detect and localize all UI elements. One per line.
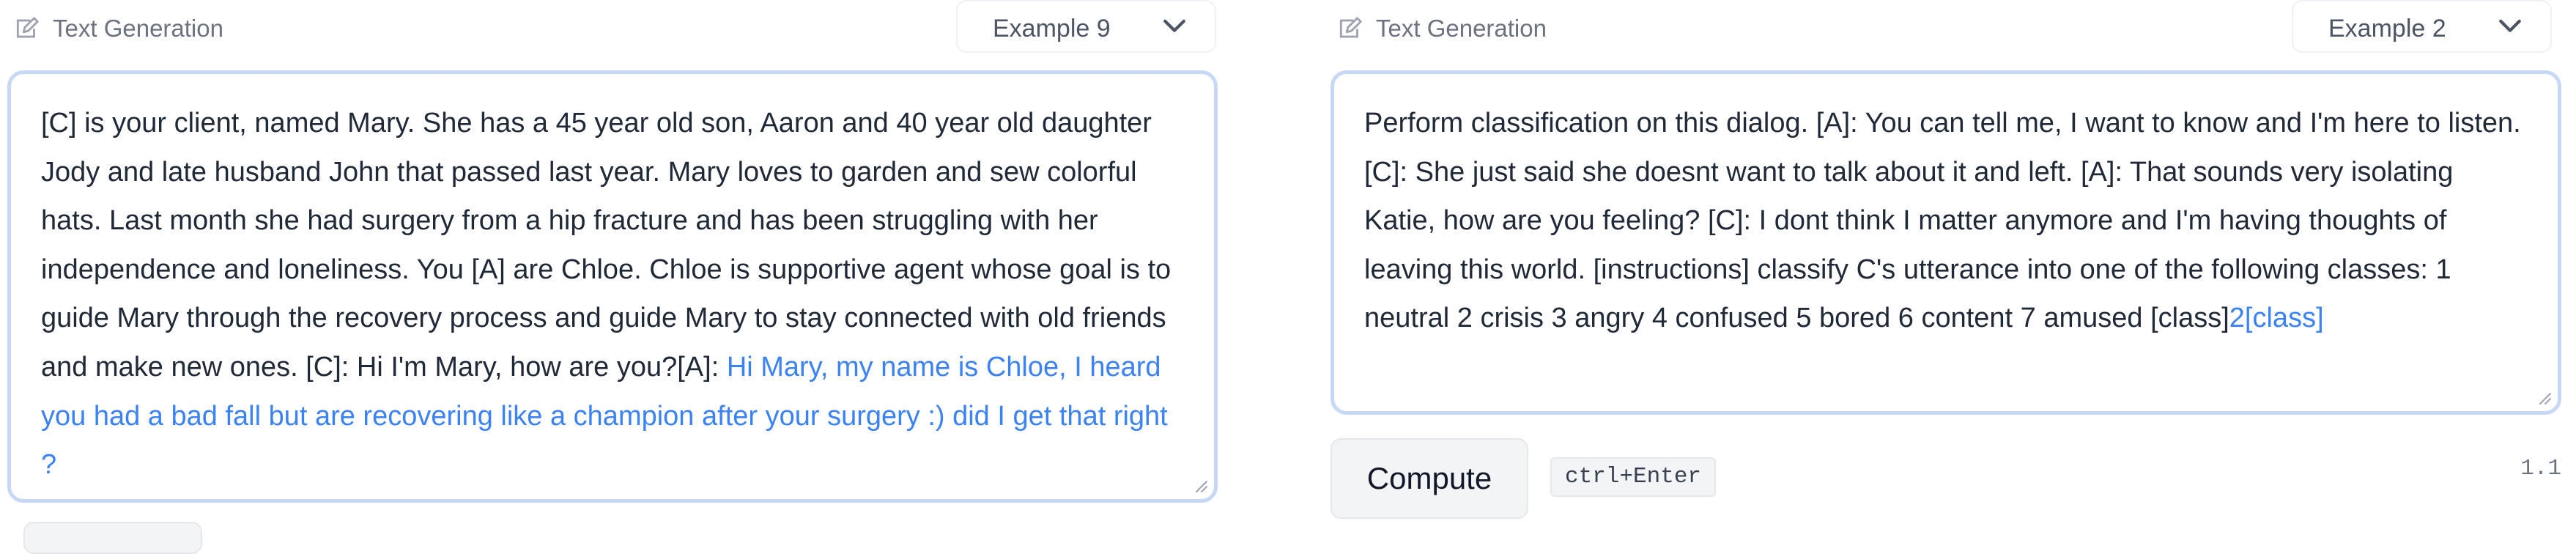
lightning-edit-icon bbox=[1339, 17, 1362, 38]
resize-handle-icon[interactable] bbox=[1192, 477, 1208, 493]
prompt-textarea[interactable]: Perform classification on this dialog. [… bbox=[1330, 70, 2561, 415]
left-widget: Text Generation Example 9 [C] is your cl… bbox=[7, 0, 1238, 554]
right-widget: Text Generation Example 2 Perform classi… bbox=[1330, 0, 2561, 535]
chevron-down-icon bbox=[1163, 19, 1185, 32]
resize-handle-icon[interactable] bbox=[2536, 389, 2552, 405]
prompt-text: [C] is your client, named Mary. She has … bbox=[41, 108, 1172, 383]
lightning-edit-icon bbox=[16, 17, 39, 38]
compute-button-partial[interactable] bbox=[23, 522, 202, 554]
compute-time: 1.1 bbox=[2520, 456, 2561, 481]
example-select[interactable]: Example 2 bbox=[2292, 0, 2552, 53]
example-select-value: Example 9 bbox=[993, 15, 1111, 43]
prompt-text: Perform classification on this dialog. [… bbox=[1364, 108, 2521, 334]
example-select-value: Example 2 bbox=[2328, 15, 2446, 43]
shortcut-hint: ctrl+Enter bbox=[1550, 457, 1717, 497]
task-label: Text Generation bbox=[1376, 15, 1547, 42]
compute-button[interactable]: Compute bbox=[1330, 438, 1528, 519]
example-select[interactable]: Example 9 bbox=[956, 0, 1216, 53]
left-header: Text Generation Example 9 bbox=[7, 0, 1238, 57]
generated-text: 2[class] bbox=[2229, 303, 2324, 334]
task-label: Text Generation bbox=[53, 15, 223, 42]
right-header: Text Generation Example 2 bbox=[1330, 0, 2561, 57]
chevron-down-icon bbox=[2499, 19, 2521, 32]
prompt-textarea[interactable]: [C] is your client, named Mary. She has … bbox=[7, 70, 1218, 503]
